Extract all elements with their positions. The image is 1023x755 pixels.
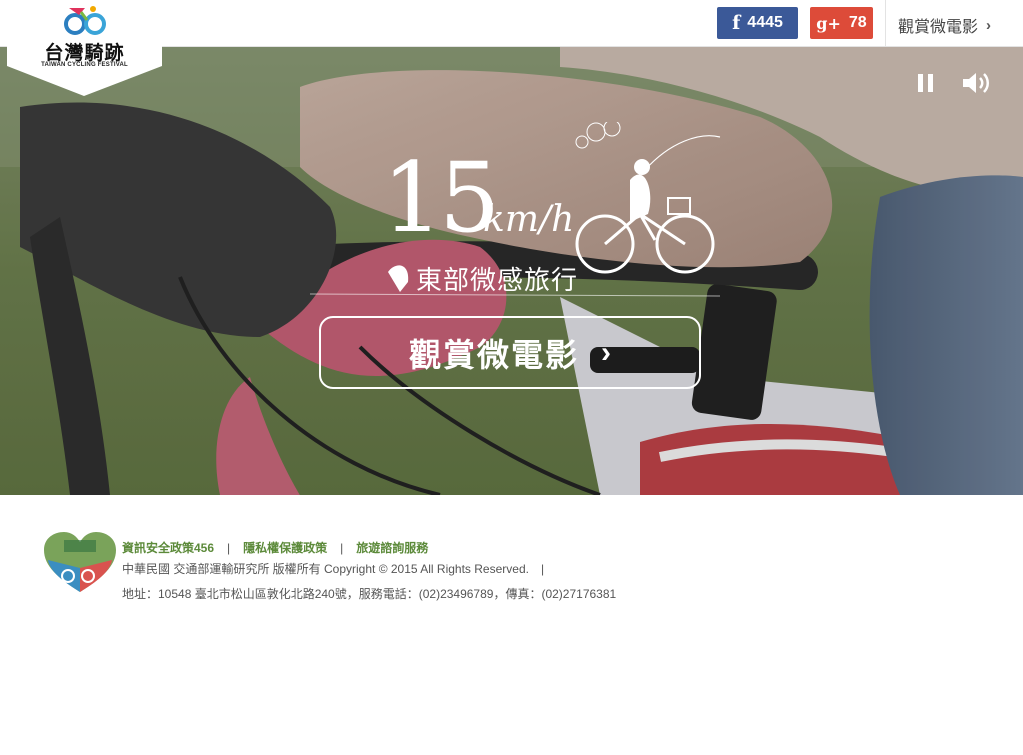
watch-film-button[interactable]: 觀賞微電影 ›: [319, 316, 701, 389]
googleplus-share-button[interactable]: g+ 78: [810, 7, 873, 39]
volume-icon[interactable]: [961, 69, 993, 97]
title-unit: km/h: [483, 199, 575, 240]
footer-separator: |: [227, 540, 231, 555]
footer-copyright: 中華民國 交通部運輸研究所 版權所有 Copyright © 2015 All …: [122, 562, 545, 576]
facebook-count: 4445: [747, 14, 783, 31]
heart-logo-icon: [44, 532, 116, 592]
header-divider: [885, 0, 886, 47]
footer-links: 資訊安全政策456 | 隱私權保護政策 | 旅遊諮詢服務: [122, 539, 428, 556]
watch-film-label: 觀賞微電影: [898, 19, 979, 36]
footer: 資訊安全政策456 | 隱私權保護政策 | 旅遊諮詢服務 中華民國 交通部運輸研…: [0, 495, 1023, 755]
title-number: 15: [382, 142, 500, 254]
hero-video: 15 km/h 東部微感旅行 觀賞微電影 ›: [0, 47, 1023, 495]
googleplus-icon: g+: [816, 13, 841, 33]
footer-link-security-policy[interactable]: 資訊安全政策456: [122, 539, 214, 556]
logo-text: 台灣騎跡: [44, 42, 125, 64]
footer-separator: |: [340, 540, 344, 555]
film-title: 15 km/h 東部微感旅行: [300, 122, 740, 312]
chevron-right-icon: ›: [986, 16, 992, 34]
watch-film-link[interactable]: 觀賞微電影 ›: [898, 13, 991, 37]
pause-icon[interactable]: [918, 74, 934, 92]
logo-subtext: TAIWAN CYCLING FESTIVAL: [41, 62, 128, 68]
chevron-right-icon: ›: [601, 335, 611, 369]
watch-film-button-label: 觀賞微電影: [408, 336, 579, 373]
footer-address: 地址：10548 臺北市松山區敦化北路240號，服務電話：(02)2349678…: [122, 587, 617, 601]
site-logo[interactable]: 台灣騎跡 TAIWAN CYCLING FESTIVAL: [7, 0, 162, 96]
facebook-share-button[interactable]: f 4445: [717, 7, 798, 39]
film-subtitle: 東部微感旅行: [416, 265, 579, 295]
footer-link-travel-service[interactable]: 旅遊諮詢服務: [356, 539, 428, 556]
facebook-icon: f: [732, 12, 741, 34]
googleplus-count: 78: [848, 14, 867, 31]
footer-link-privacy-policy[interactable]: 隱私權保護政策: [243, 539, 327, 556]
